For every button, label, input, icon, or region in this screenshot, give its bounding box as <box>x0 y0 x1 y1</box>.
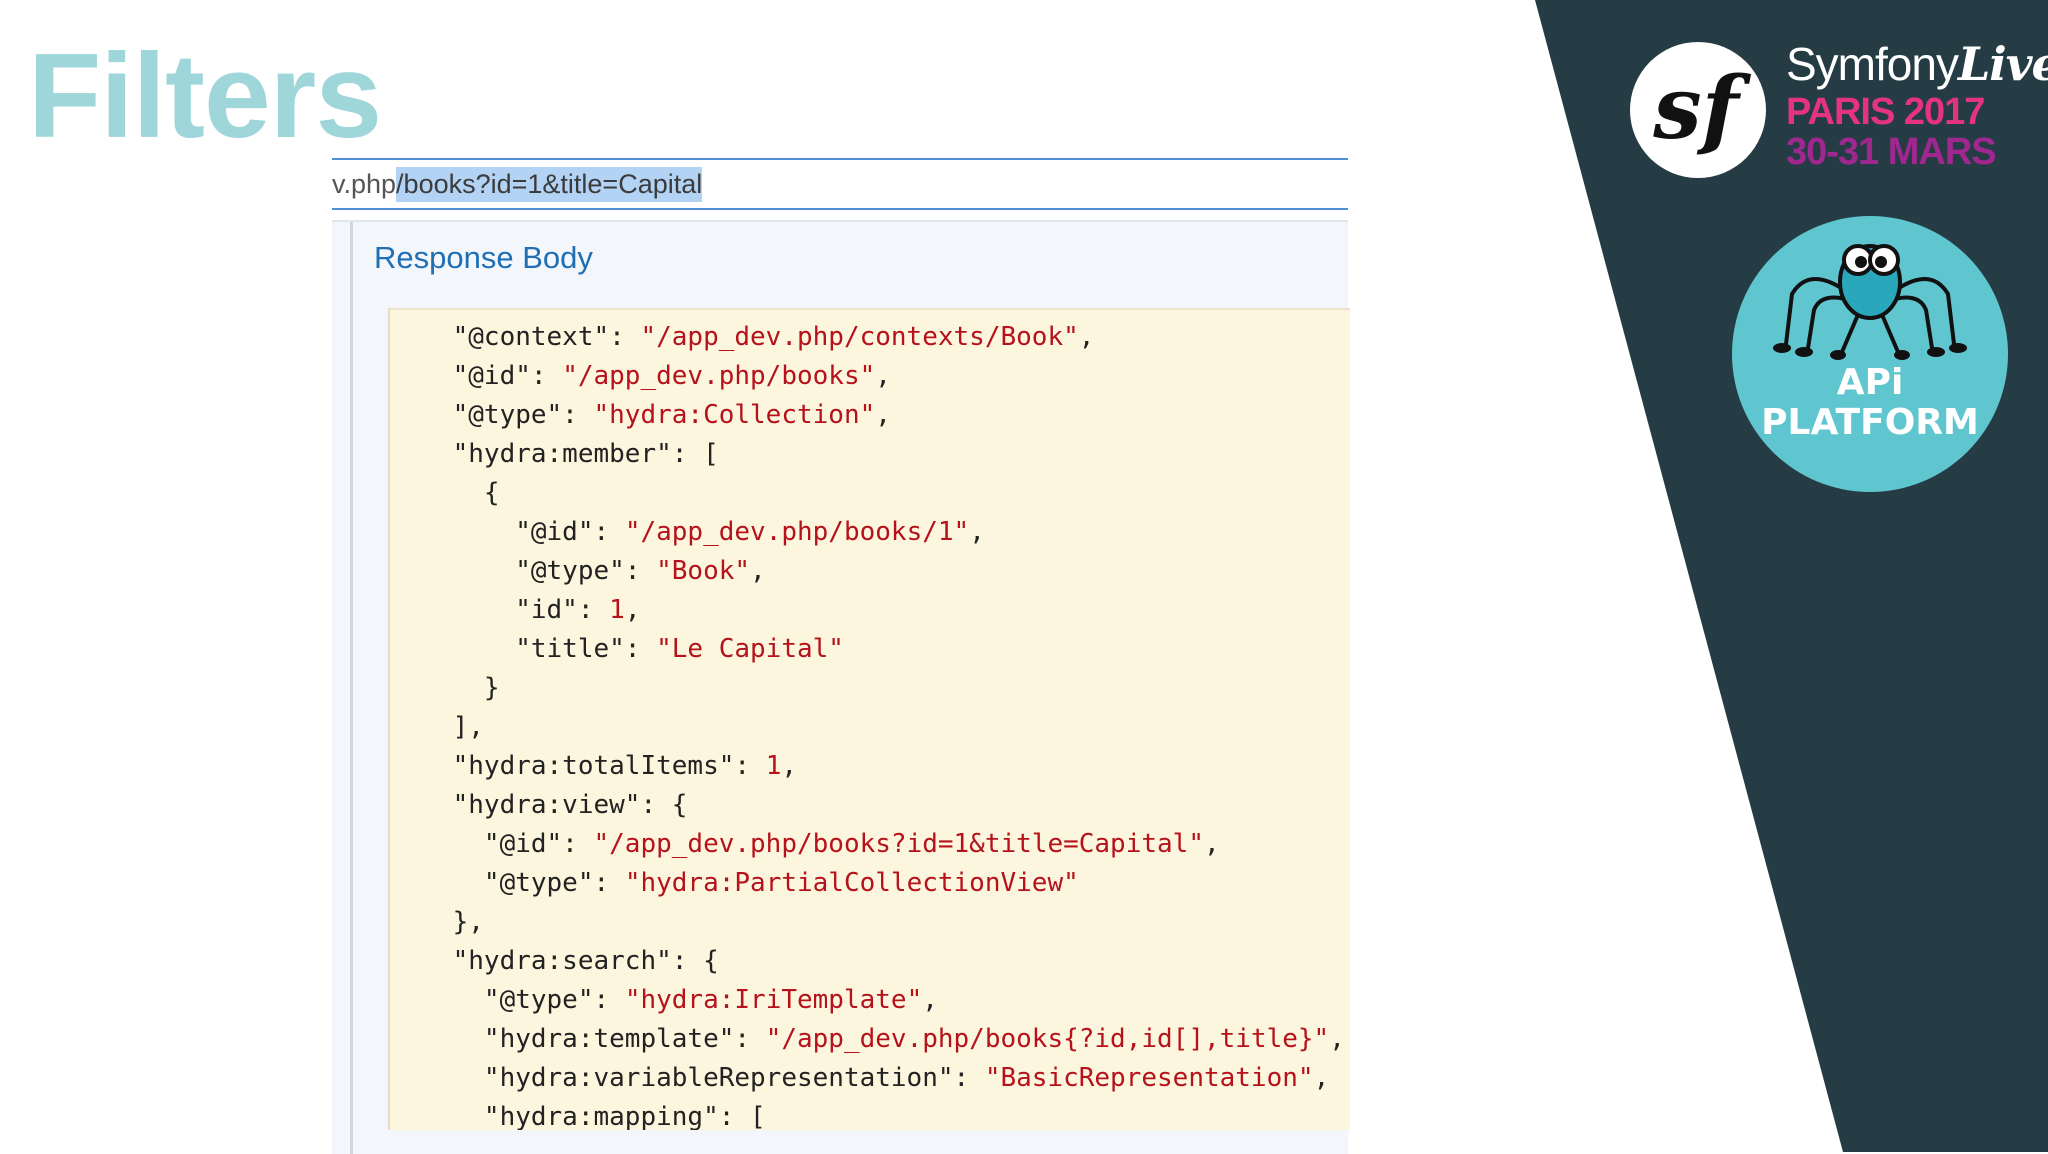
api-platform-logo: APi PLATFORM <box>1730 214 2010 494</box>
svg-text:sf: sf <box>1652 58 1751 159</box>
json-line: "@id": "/app_dev.php/books?id=1&title=Ca… <box>390 825 1345 864</box>
json-punct: , <box>922 985 938 1015</box>
json-key: "id": <box>390 595 610 625</box>
panel-left-rule <box>350 222 353 1154</box>
json-line: { <box>390 474 1345 513</box>
json-value: 1 <box>609 595 625 625</box>
api-label-line1: APi <box>1836 362 1904 403</box>
json-key: "hydra:view": { <box>390 790 688 820</box>
json-punct: , <box>1203 829 1220 859</box>
json-punct: , <box>781 751 797 781</box>
json-key: "hydra:member": [ <box>390 439 719 469</box>
json-punct: , <box>875 361 891 391</box>
json-lines: "@context": "/app_dev.php/contexts/Book"… <box>390 318 1345 1130</box>
json-punct: , <box>1329 1024 1345 1054</box>
api-label-line2: PLATFORM <box>1761 402 1979 443</box>
brand-dates: 30-31 MARS <box>1786 131 1997 173</box>
json-punct: , <box>1313 1063 1330 1093</box>
json-key: "@id": <box>390 829 594 859</box>
brand-live: Live <box>1957 37 2048 91</box>
json-value: "Le Capital" <box>656 634 844 664</box>
json-value: "BasicRepresentation" <box>984 1063 1314 1093</box>
json-key: "@type": <box>390 556 657 586</box>
json-key: } <box>390 673 500 703</box>
json-value: "hydra:IriTemplate" <box>624 985 923 1015</box>
response-code-block[interactable]: "@context": "/app_dev.php/contexts/Book"… <box>388 308 1350 1130</box>
brand-event: PARIS 2017 <box>1786 91 1985 133</box>
brand-name: SymfonyLive <box>1786 36 2048 92</box>
json-line: "hydra:variableRepresentation": "BasicRe… <box>390 1059 1345 1098</box>
json-value: "hydra:Collection" <box>593 400 876 430</box>
json-key: ], <box>390 712 484 742</box>
json-line: "hydra:member": [ <box>390 435 1345 474</box>
json-line: ], <box>390 708 1345 747</box>
json-line: }, <box>390 903 1345 942</box>
json-key: "@id": <box>390 517 625 547</box>
json-line: "@context": "/app_dev.php/contexts/Book"… <box>390 318 1345 357</box>
json-value: "/app_dev.php/books" <box>562 361 876 391</box>
symfony-logo-icon: sf <box>1630 42 1766 178</box>
json-value: "/app_dev.php/contexts/Book" <box>640 322 1079 352</box>
json-line: } <box>390 669 1345 708</box>
json-key: { <box>390 478 500 508</box>
json-line: "hydra:totalItems": 1, <box>390 747 1345 786</box>
json-value: "/app_dev.php/books?id=1&title=Capital" <box>593 829 1204 859</box>
json-key: "@context": <box>390 322 641 352</box>
json-key: "hydra:mapping": [ <box>390 1102 766 1130</box>
json-value: "hydra:PartialCollectionView" <box>624 868 1079 898</box>
json-line: "@type": "hydra:Collection", <box>390 396 1345 435</box>
json-line: "@type": "hydra:IriTemplate", <box>390 981 1345 1020</box>
json-punct: , <box>624 595 641 625</box>
json-line: "id": 1, <box>390 591 1345 630</box>
json-punct: , <box>969 517 985 547</box>
json-line: "hydra:search": { <box>390 942 1345 981</box>
json-line: "hydra:view": { <box>390 786 1345 825</box>
json-key: "@type": <box>390 868 625 898</box>
json-punct: , <box>750 556 766 586</box>
api-platform-spider-icon <box>1732 216 2008 492</box>
json-value: 1 <box>765 751 782 781</box>
json-line: "@id": "/app_dev.php/books/1", <box>390 513 1345 552</box>
url-prefix: v.php <box>332 168 397 199</box>
json-value: "/app_dev.php/books/1" <box>624 517 970 547</box>
slide-title: Filters <box>28 29 382 163</box>
json-line: "hydra:mapping": [ <box>390 1098 1345 1130</box>
url-selected-text[interactable]: /books?id=1&title=Capital <box>396 166 703 202</box>
url-bar[interactable]: v.php/books?id=1&title=Capital <box>332 158 1348 210</box>
json-key: "@type": <box>390 400 594 430</box>
json-key: "hydra:template": <box>390 1024 766 1054</box>
json-key: "hydra:totalItems": <box>390 751 766 781</box>
json-key: "hydra:variableRepresentation": <box>390 1063 985 1093</box>
response-panel: Response Body "@context": "/app_dev.php/… <box>332 220 1350 1154</box>
json-line: "title": "Le Capital" <box>390 630 1345 669</box>
json-key: "@type": <box>390 985 625 1015</box>
response-body-title: Response Body <box>374 240 593 275</box>
json-key: "hydra:search": { <box>390 946 719 976</box>
json-line: "@type": "Book", <box>390 552 1345 591</box>
json-key: "@id": <box>390 361 563 391</box>
json-punct: , <box>875 400 891 430</box>
brand-symfony: Symfony <box>1786 38 1959 90</box>
json-value: "Book" <box>656 556 751 586</box>
json-key: }, <box>390 907 484 937</box>
json-key: "title": <box>390 634 657 664</box>
json-line: "hydra:template": "/app_dev.php/books{?i… <box>390 1020 1345 1059</box>
json-line: "@type": "hydra:PartialCollectionView" <box>390 864 1345 903</box>
symfony-live-brand: SymfonyLive PARIS 2017 30-31 MARS <box>1786 36 2048 173</box>
json-value: "/app_dev.php/books{?id,id[],title}" <box>765 1024 1330 1054</box>
json-punct: , <box>1078 322 1095 352</box>
json-line: "@id": "/app_dev.php/books", <box>390 357 1345 396</box>
